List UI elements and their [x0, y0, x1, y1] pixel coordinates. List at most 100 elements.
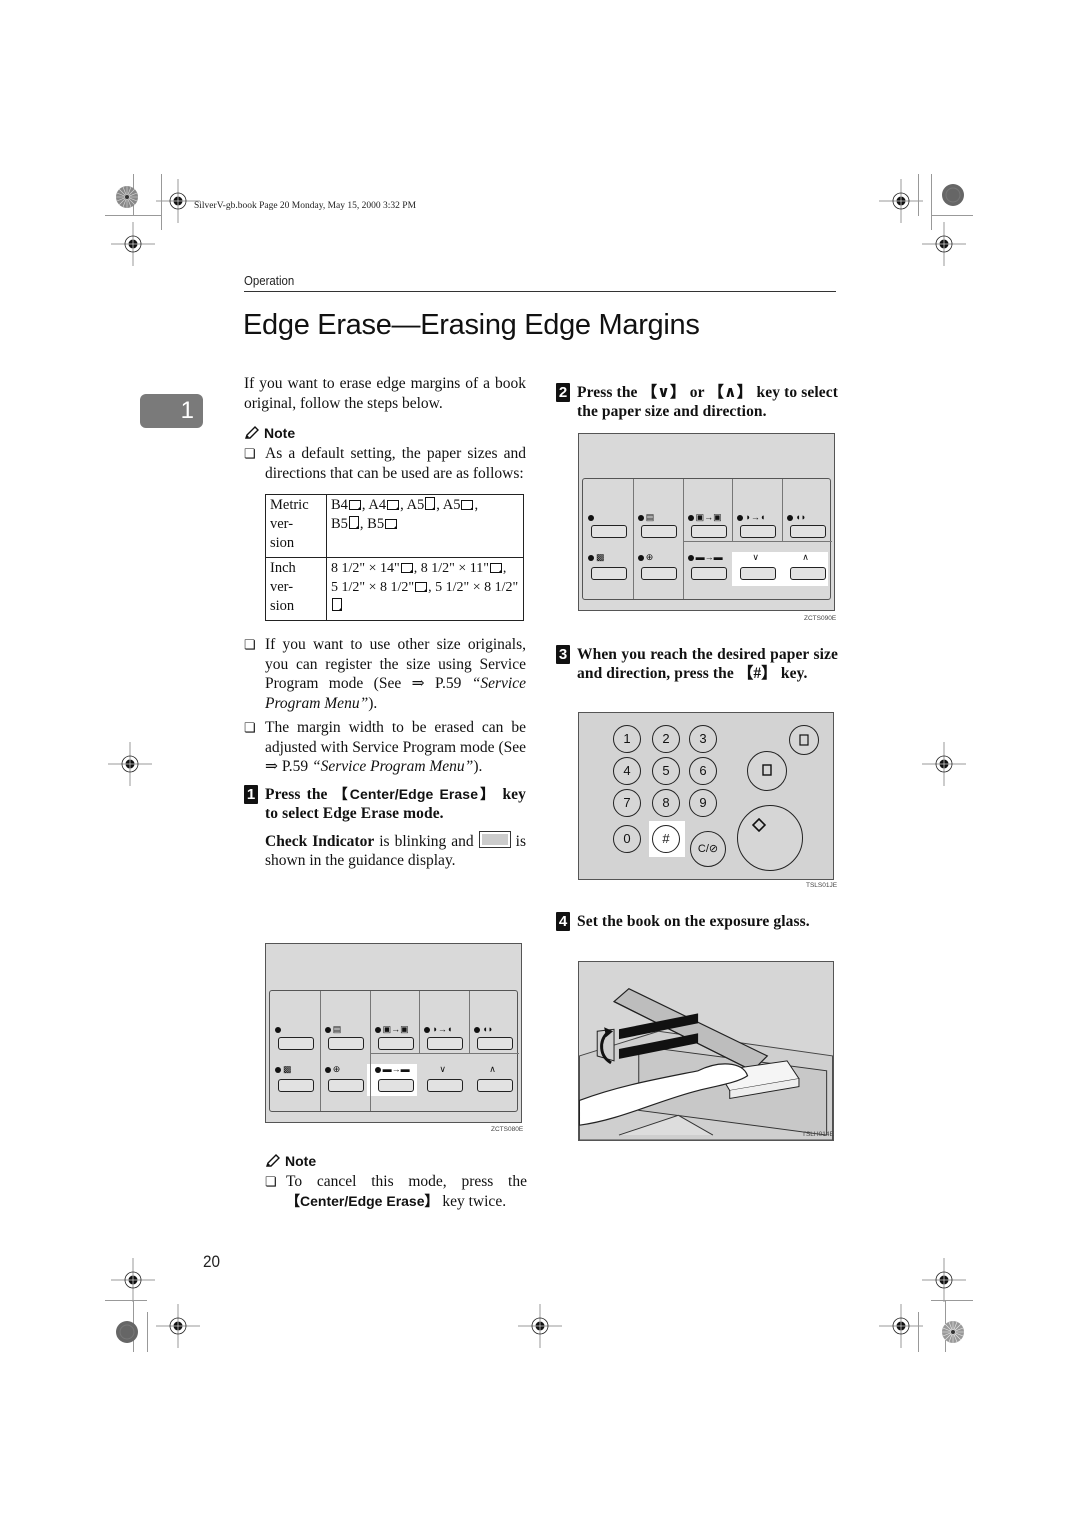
crosshair-registration-icon — [922, 1258, 966, 1302]
start-key — [737, 805, 803, 871]
crop-mark — [931, 215, 973, 216]
note-item: ❏ As a default setting, the paper sizes … — [244, 444, 526, 483]
lighter-darker-key-icon: ◖◗ — [482, 1024, 494, 1034]
lighter-darker-key-icon: ◖◗ — [795, 512, 807, 522]
panel-button-down-arrow-key — [740, 567, 777, 580]
step-number-badge: 4 — [556, 912, 577, 932]
panel-button-density-key — [327, 1037, 364, 1050]
number-key-8: 8 — [652, 789, 680, 817]
page-number: 20 — [203, 1252, 221, 1271]
margin-shift-icon: ▬→▬ — [695, 552, 723, 562]
chapter-tab: 1 — [140, 394, 203, 428]
figure-label: ZCTS090E — [804, 615, 837, 622]
panel-divider — [782, 479, 784, 541]
panel-divider — [732, 479, 734, 541]
paper-size-table: Metric ver- sion B4, A4, A5, A5, B5, B5 … — [265, 494, 524, 621]
size-name: A5 — [406, 497, 425, 513]
checkbox-bullet-icon: ❏ — [265, 1174, 277, 1189]
label-line: Metric — [270, 497, 309, 513]
panel-divider — [369, 991, 371, 1111]
label-line: sion — [270, 598, 295, 614]
control-panel-figure-step1: ▤ ▣→▣ ◗→◖ ◖◗ ▩ ⊕ ▬→▬ ∨ ∧ — [265, 943, 522, 1123]
label-line: ver- — [270, 516, 294, 532]
panel-button-image-key — [690, 525, 727, 538]
size-name: A5 — [442, 497, 461, 513]
number-key-1: 1 — [613, 725, 641, 753]
panel-button-mode-key — [278, 1037, 314, 1050]
down-arrow-icon: ∨ — [439, 1064, 446, 1074]
step-number-badge: 1 — [244, 784, 265, 805]
step-text: Press the — [265, 785, 334, 803]
panel-button-registration-key — [327, 1079, 364, 1092]
panel-button-contrast-key — [740, 525, 777, 538]
guidance-display-icon — [478, 830, 511, 848]
size-name: A4 — [368, 497, 387, 513]
key-name: 【#】 — [737, 665, 777, 682]
step-number-badge: 3 — [556, 645, 577, 665]
step-text: or — [685, 384, 709, 401]
label-line: sion — [270, 535, 295, 551]
table-row-sizes: 8 1/2" × 14", 8 1/2" × 11", 5 1/2" × 8 1… — [326, 557, 524, 621]
checkbox-bullet-icon: ❏ — [244, 720, 256, 735]
margin-shift-icon: ▬→▬ — [382, 1064, 410, 1074]
landscape-paper-icon — [348, 500, 361, 510]
image-key-icon: ▣→▣ — [695, 512, 722, 522]
left-column: If you want to erase edge margins of a b… — [244, 374, 526, 871]
note-heading: Note — [244, 425, 526, 441]
page-title: Edge Erase—Erasing Edge Margins — [243, 309, 700, 341]
crosshair-registration-icon — [518, 1304, 562, 1348]
panel-button-down-arrow-key — [427, 1079, 464, 1092]
step-4: 4 Set the book on the exposure glass. — [556, 912, 838, 932]
registration-solid-target-icon — [941, 183, 965, 207]
crosshair-registration-icon — [108, 742, 152, 786]
clear-stop-key: C/⊘ — [690, 831, 726, 867]
up-arrow-icon: ∧ — [802, 552, 809, 562]
panel-divider — [369, 1053, 519, 1054]
checkbox-bullet-icon: ❏ — [244, 637, 256, 652]
key-name: 【Center/Edge Erase】 — [333, 785, 497, 802]
landscape-paper-icon — [385, 519, 398, 529]
proof-key — [747, 751, 787, 791]
label-line: ver- — [270, 579, 294, 595]
panel-button-up-arrow-key — [790, 567, 827, 580]
image-key-icon: ▣→▣ — [382, 1024, 409, 1034]
note-heading: Note — [265, 1153, 527, 1169]
panel-button-center-edge-erase-key — [591, 567, 627, 580]
density-key-icon: ▤ — [645, 512, 655, 522]
table-row-label: Metric ver- sion — [265, 494, 327, 558]
indicator-led — [324, 1027, 331, 1033]
header-rule — [244, 291, 836, 292]
indicator-led — [374, 1027, 381, 1033]
indicator-led — [374, 1067, 381, 1073]
panel-divider — [419, 991, 421, 1053]
note-item-text: As a default setting, the paper sizes an… — [265, 445, 526, 482]
step-3-row: 3 When you reach the desired paper size … — [556, 645, 838, 683]
size-name: 8 1/2" × 11" — [420, 561, 489, 576]
number-key-5: 5 — [652, 757, 680, 785]
indicator-led — [787, 515, 794, 521]
panel-button-margin-shift-key — [377, 1079, 414, 1092]
cross-reference-link[interactable]: “Service Program Menu” — [312, 758, 473, 775]
registration-starburst-icon — [941, 1320, 965, 1344]
indicator-led — [275, 1067, 281, 1073]
indicator-led — [637, 555, 644, 561]
table-row: Inch ver- sion 8 1/2" × 14", 8 1/2" × 11… — [265, 557, 524, 621]
number-key-6: 6 — [689, 757, 717, 785]
crosshair-registration-icon — [922, 222, 966, 266]
number-key-7: 7 — [613, 789, 641, 817]
step-1: 1 Press the 【Center/Edge Erase】 key to s… — [244, 784, 526, 823]
panel-button-lighter-darker-key — [477, 1037, 514, 1050]
panel-key-grid: ▤ ▣→▣ ◗→◖ ◖◗ ▩ ⊕ ▬→▬ ∨ ∧ — [269, 990, 519, 1112]
size-name: 8 1/2" × 14" — [331, 561, 400, 576]
step-text: key. — [776, 665, 808, 682]
registration-solid-target-icon — [115, 1320, 139, 1344]
exposure-glass-figure — [578, 961, 834, 1141]
start-diamond-icon — [752, 818, 766, 832]
hash-key: # — [652, 825, 680, 853]
panel-divider — [469, 991, 471, 1053]
label-line: Inch — [270, 560, 296, 576]
note-heading-text: Note — [264, 425, 296, 441]
size-name: 5 1/2" × 8 1/2" — [435, 580, 519, 595]
print-metadata: SilverV-gb.book Page 20 Monday, May 15, … — [194, 201, 417, 211]
panel-divider — [682, 541, 832, 542]
